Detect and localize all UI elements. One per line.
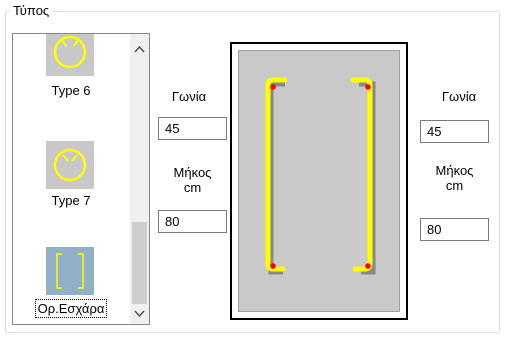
right-length-label-line2: cm — [445, 178, 464, 193]
left-length-label: Μήκος cm — [158, 165, 227, 195]
left-angle-label: Γωνία — [171, 89, 207, 104]
left-angle-input[interactable] — [158, 117, 227, 140]
list-item-label: Type 6 — [51, 83, 91, 98]
scroll-up-arrow-icon[interactable] — [130, 41, 149, 58]
left-length-label-line1: Μήκος — [173, 165, 212, 180]
types-listbox[interactable]: Type 6 Type 7 Ορ.Εσχάρα — [12, 33, 150, 325]
rebar-preview-frame — [230, 42, 408, 320]
right-angle-label: Γωνία — [441, 89, 477, 104]
list-item-type-6[interactable]: Type 6 — [13, 34, 129, 109]
left-length-input[interactable] — [158, 210, 227, 233]
anchor-dot — [270, 84, 276, 90]
rebar-preview-canvas — [238, 50, 400, 312]
hook-circle-icon — [46, 34, 94, 76]
left-length-label-line2: cm — [183, 180, 202, 195]
right-length-label-line1: Μήκος — [435, 163, 474, 178]
selected-label-text: Ορ.Εσχάρα — [34, 299, 108, 318]
list-item-mesh[interactable]: Ορ.Εσχάρα — [13, 224, 129, 324]
right-length-input[interactable] — [420, 218, 489, 241]
group-title: Τύπος — [10, 3, 53, 19]
right-length-label: Μήκος cm — [420, 163, 489, 193]
anchor-dot — [365, 84, 371, 90]
list-item-label: Type 7 — [51, 193, 91, 208]
scroll-down-arrow-icon[interactable] — [130, 305, 149, 322]
rebar-shape-drawing — [265, 77, 376, 275]
scrollbar-thumb[interactable] — [132, 222, 147, 304]
anchor-dot — [270, 263, 276, 269]
list-scrollbar[interactable] — [130, 34, 149, 324]
list-item-type-7[interactable]: Type 7 — [13, 129, 129, 209]
anchor-dot — [365, 263, 371, 269]
list-item-label-selected: Ορ.Εσχάρα — [13, 299, 129, 318]
hook-circle-icon — [46, 141, 94, 189]
types-list-content: Type 6 Type 7 Ορ.Εσχάρα — [13, 34, 129, 324]
right-angle-input[interactable] — [420, 120, 489, 143]
mesh-bracket-icon — [46, 247, 94, 295]
